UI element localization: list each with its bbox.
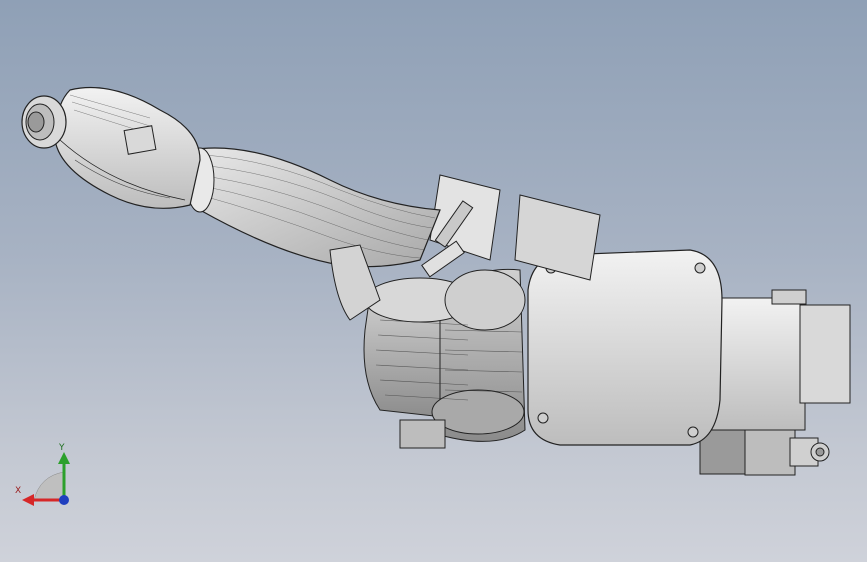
wrist-assembly[interactable] (54, 86, 201, 209)
robot-arm-model[interactable] (0, 0, 867, 562)
coordinate-triad (22, 452, 70, 506)
z-axis-dot-icon (59, 495, 69, 505)
lower-motors[interactable] (363, 268, 526, 449)
main-cover-plate[interactable] (527, 249, 723, 446)
cad-viewport[interactable]: Y X (0, 0, 867, 562)
x-axis-arrowhead-icon (22, 494, 34, 506)
y-axis-label: Y (59, 443, 65, 453)
triad-plane-icon (33, 471, 65, 501)
x-axis-label: X (15, 486, 22, 496)
tool-flange[interactable] (21, 95, 67, 149)
upper-bracket[interactable] (421, 174, 601, 281)
base-housing[interactable] (699, 289, 851, 476)
y-axis-arrowhead-icon (58, 452, 70, 464)
